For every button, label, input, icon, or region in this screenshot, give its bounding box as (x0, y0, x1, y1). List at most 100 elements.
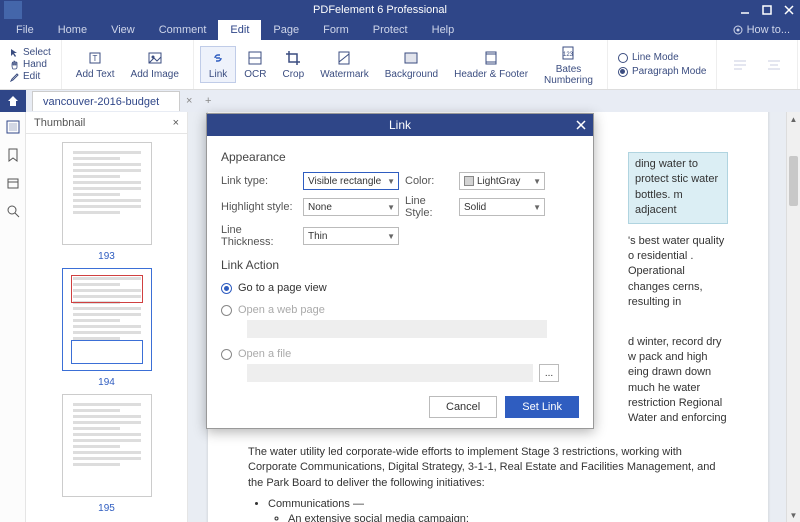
open-file-option[interactable]: Open a file (221, 348, 579, 360)
menu-edit[interactable]: Edit (218, 20, 261, 40)
menu-page[interactable]: Page (261, 20, 311, 40)
chevron-down-icon: ▼ (387, 203, 395, 212)
open-web-page-option[interactable]: Open a web page (221, 304, 579, 316)
app-icon (4, 1, 22, 19)
crop-icon (284, 49, 302, 67)
align-tool-2[interactable] (757, 54, 791, 76)
ocr-tool[interactable]: OCR (236, 47, 274, 82)
set-link-button[interactable]: Set Link (505, 396, 579, 418)
link-tool[interactable]: Link (200, 46, 236, 83)
bookmarks-panel-button[interactable] (6, 148, 20, 162)
line-mode-radio[interactable]: Line Mode (618, 51, 707, 64)
hand-tool[interactable]: Hand (10, 59, 51, 70)
go-to-page-view-option[interactable]: Go to a page view (221, 282, 579, 294)
document-text: The water utility led corporate-wide eff… (248, 445, 728, 491)
page-thumbnail[interactable] (62, 268, 152, 371)
scroll-up-button[interactable]: ▲ (787, 112, 800, 126)
line-style-label: Line Style: (405, 195, 453, 219)
menu-protect[interactable]: Protect (361, 20, 420, 40)
cancel-button[interactable]: Cancel (429, 396, 497, 418)
radio-icon (221, 283, 232, 294)
menu-view[interactable]: View (99, 20, 147, 40)
page-number-label: 194 (98, 377, 115, 388)
cursor-icon (10, 48, 20, 58)
watermark-tool[interactable]: Watermark (312, 47, 377, 82)
add-text-tool[interactable]: TAdd Text (68, 47, 123, 82)
appearance-heading: Appearance (221, 150, 579, 164)
bates-numbering-tool[interactable]: 123Bates Numbering (536, 42, 601, 88)
ocr-icon (246, 49, 264, 67)
watermark-icon (335, 49, 353, 67)
color-swatch (464, 176, 474, 186)
ribbon: Select Hand Edit TAdd Text Add Image Lin… (0, 40, 800, 90)
page-number-label: 193 (98, 251, 115, 262)
how-to-link[interactable]: How to... (723, 24, 800, 36)
document-tab[interactable]: vancouver-2016-budget (32, 91, 180, 111)
bates-icon: 123 (559, 44, 577, 62)
dialog-close-button[interactable] (573, 117, 589, 133)
align-tool-1[interactable] (723, 54, 757, 76)
align-icon (766, 59, 782, 71)
menu-comment[interactable]: Comment (147, 20, 219, 40)
vertical-scrollbar[interactable]: ▲ ▼ (786, 112, 800, 522)
menu-home[interactable]: Home (46, 20, 99, 40)
background-icon (402, 49, 420, 67)
close-button[interactable] (778, 0, 800, 20)
browse-file-button[interactable]: ... (539, 364, 559, 382)
radio-icon (221, 349, 232, 360)
color-label: Color: (405, 175, 453, 187)
chevron-down-icon: ▼ (533, 203, 541, 212)
color-dropdown[interactable]: LightGray▼ (459, 172, 545, 190)
highlight-style-label: Highlight style: (221, 201, 297, 213)
tab-close-button[interactable]: × (180, 95, 198, 107)
chevron-down-icon: ▼ (387, 232, 395, 241)
dialog-titlebar: Link (207, 114, 593, 136)
page-thumbnail[interactable] (62, 142, 152, 245)
menu-form[interactable]: Form (311, 20, 361, 40)
thumbnail-panel-close[interactable]: × (173, 117, 179, 129)
scroll-thumb[interactable] (789, 156, 798, 206)
thumbnail-panel: Thumbnail × 193 194 195 (26, 112, 188, 522)
file-path-input[interactable] (247, 364, 533, 382)
menu-file[interactable]: File (4, 20, 46, 40)
page-thumbnail[interactable] (62, 394, 152, 497)
home-tab-button[interactable] (0, 90, 26, 112)
document-tab-bar: vancouver-2016-budget × + (0, 90, 800, 112)
line-style-dropdown[interactable]: Solid▼ (459, 198, 545, 216)
menu-help[interactable]: Help (420, 20, 467, 40)
edit-tool[interactable]: Edit (10, 71, 51, 82)
background-tool[interactable]: Background (377, 47, 446, 82)
radio-icon (221, 305, 232, 316)
scroll-down-button[interactable]: ▼ (787, 508, 800, 522)
highlight-style-dropdown[interactable]: None▼ (303, 198, 399, 216)
attachments-panel-button[interactable] (6, 176, 20, 190)
new-tab-button[interactable]: + (198, 95, 218, 107)
minimize-button[interactable] (734, 0, 756, 20)
header-footer-icon (482, 49, 500, 67)
chevron-down-icon: ▼ (387, 177, 395, 186)
link-icon (209, 49, 227, 67)
select-tool[interactable]: Select (10, 47, 51, 58)
add-image-tool[interactable]: Add Image (123, 47, 187, 82)
line-thickness-dropdown[interactable]: Thin▼ (303, 227, 399, 245)
link-type-dropdown[interactable]: Visible rectangle▼ (303, 172, 399, 190)
svg-text:123: 123 (563, 52, 574, 58)
link-action-heading: Link Action (221, 258, 579, 272)
app-title: PDFelement 6 Professional (26, 4, 734, 16)
side-strip (0, 112, 26, 522)
link-dialog: Link Appearance Link type: Visible recta… (206, 113, 594, 429)
image-icon (146, 49, 164, 67)
link-type-label: Link type: (221, 175, 297, 187)
maximize-button[interactable] (756, 0, 778, 20)
header-footer-tool[interactable]: Header & Footer (446, 47, 536, 82)
search-panel-button[interactable] (6, 204, 20, 218)
thumbnail-panel-title: Thumbnail (34, 117, 85, 129)
chevron-down-icon: ▼ (533, 177, 541, 186)
page-number-label: 195 (98, 503, 115, 514)
text-icon: T (86, 49, 104, 67)
crop-tool[interactable]: Crop (275, 47, 313, 82)
thumbnails-panel-button[interactable] (6, 120, 20, 134)
web-url-input[interactable] (247, 320, 547, 338)
paragraph-mode-radio[interactable]: Paragraph Mode (618, 65, 707, 78)
title-bar: PDFelement 6 Professional (0, 0, 800, 20)
